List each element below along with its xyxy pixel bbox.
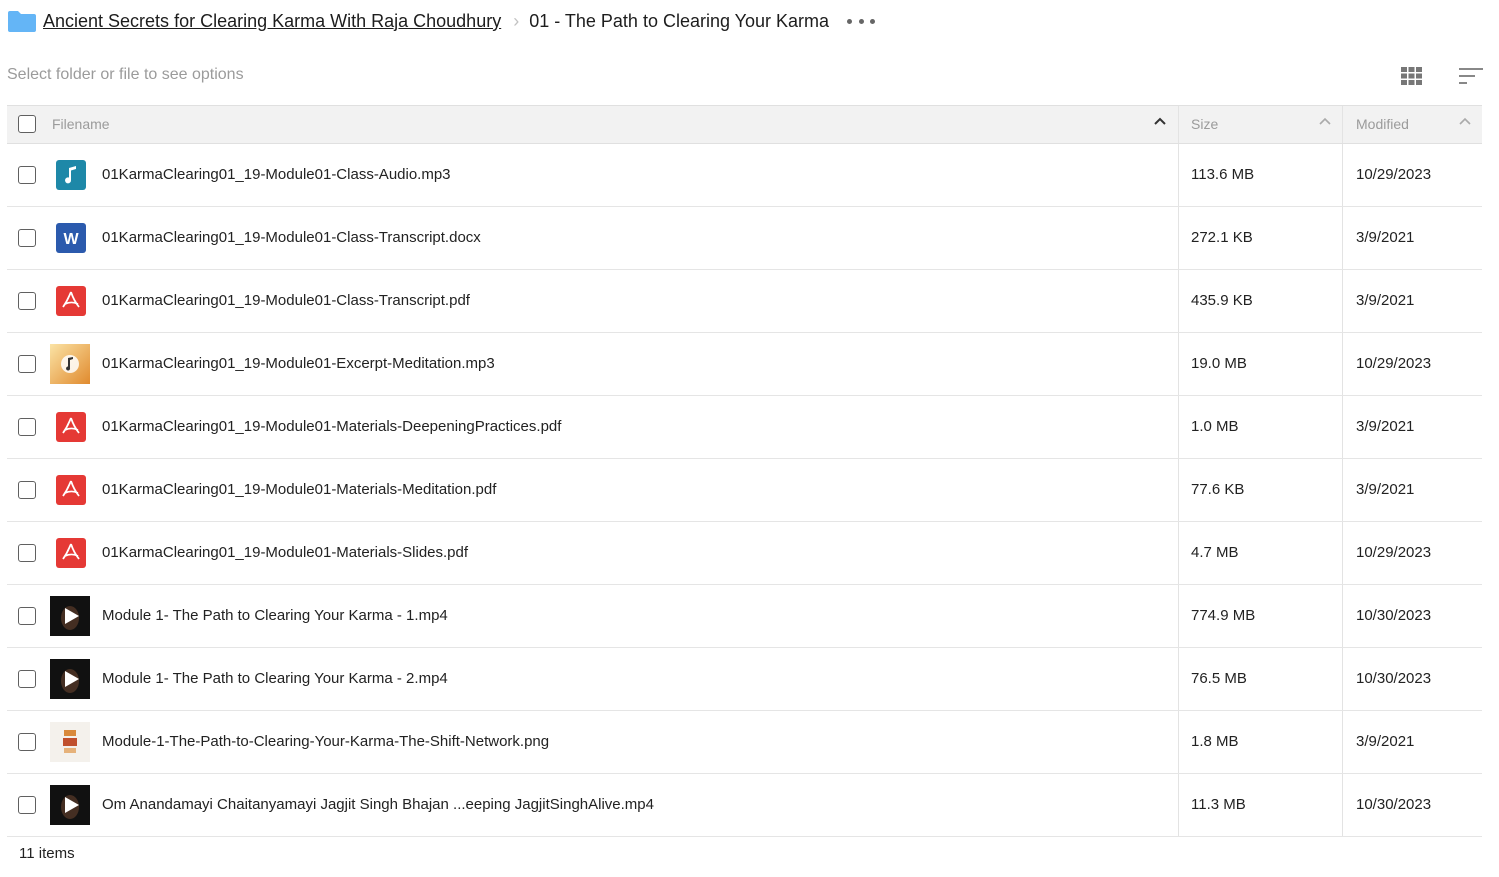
row-checkbox[interactable] <box>18 607 36 625</box>
filename-column-header[interactable]: Filename <box>52 116 110 132</box>
file-name[interactable]: 01KarmaClearing01_19-Module01-Materials-… <box>102 481 496 498</box>
file-size: 11.3 MB <box>1191 796 1246 813</box>
file-name[interactable]: Om Anandamayi Chaitanyamayi Jagjit Singh… <box>102 796 654 813</box>
file-name[interactable]: 01KarmaClearing01_19-Module01-Class-Audi… <box>102 166 451 183</box>
image-thumbnail-icon <box>50 722 90 762</box>
file-modified: 10/29/2023 <box>1356 544 1432 561</box>
file-size: 272.1 KB <box>1191 229 1253 246</box>
pdf-file-icon <box>56 538 86 568</box>
file-name[interactable]: Module 1- The Path to Clearing Your Karm… <box>102 670 448 687</box>
file-modified: 10/30/2023 <box>1356 607 1432 624</box>
word-file-icon: W <box>56 223 86 253</box>
modified-column-header[interactable]: Modified <box>1356 116 1409 132</box>
folder-icon <box>8 11 36 32</box>
file-name[interactable]: 01KarmaClearing01_19-Module01-Excerpt-Me… <box>102 355 495 372</box>
grid-view-icon[interactable] <box>1401 67 1422 85</box>
selection-hint: Select folder or file to see options <box>7 66 244 83</box>
table-row[interactable]: Om Anandamayi Chaitanyamayi Jagjit Singh… <box>7 774 1482 837</box>
file-size: 113.6 MB <box>1191 166 1255 183</box>
file-name[interactable]: 01KarmaClearing01_19-Module01-Class-Tran… <box>102 292 470 309</box>
pdf-file-icon <box>56 412 86 442</box>
row-checkbox[interactable] <box>18 733 36 751</box>
row-checkbox[interactable] <box>18 166 36 184</box>
audio-file-icon <box>56 160 86 190</box>
file-size: 4.7 MB <box>1191 544 1239 561</box>
file-modified: 10/29/2023 <box>1356 355 1432 372</box>
select-all-checkbox[interactable] <box>18 115 36 133</box>
table-row[interactable]: W 01KarmaClearing01_19-Module01-Class-Tra… <box>7 207 1482 270</box>
breadcrumb-current: 01 - The Path to Clearing Your Karma <box>529 10 830 31</box>
chevron-up-icon[interactable] <box>1458 115 1472 129</box>
file-size: 1.0 MB <box>1191 418 1239 435</box>
file-list: 01KarmaClearing01_19-Module01-Class-Audi… <box>7 144 1482 837</box>
item-count: 11 items <box>19 845 75 862</box>
table-row[interactable]: 01KarmaClearing01_19-Module01-Class-Tran… <box>7 270 1482 333</box>
file-name[interactable]: 01KarmaClearing01_19-Module01-Materials-… <box>102 544 468 561</box>
svg-text:W: W <box>63 231 79 248</box>
sort-icon[interactable] <box>1459 67 1483 85</box>
file-size: 77.6 KB <box>1191 481 1245 498</box>
file-size: 774.9 MB <box>1191 607 1256 624</box>
file-modified: 3/9/2021 <box>1356 229 1415 246</box>
table-row[interactable]: Module 1- The Path to Clearing Your Karm… <box>7 585 1482 648</box>
row-checkbox[interactable] <box>18 292 36 310</box>
file-table: Filename Size Modified 01KarmaClearing01… <box>7 105 1482 837</box>
row-checkbox[interactable] <box>18 670 36 688</box>
file-modified: 10/29/2023 <box>1356 166 1432 183</box>
row-checkbox[interactable] <box>18 229 36 247</box>
pdf-file-icon <box>56 286 86 316</box>
video-thumbnail-icon <box>50 785 90 825</box>
more-options-icon[interactable] <box>847 11 876 31</box>
table-header: Filename Size Modified <box>7 105 1482 144</box>
file-modified: 10/30/2023 <box>1356 796 1432 813</box>
table-row[interactable]: 01KarmaClearing01_19-Module01-Excerpt-Me… <box>7 333 1482 396</box>
chevron-right-icon: › <box>513 10 520 31</box>
row-checkbox[interactable] <box>18 355 36 373</box>
row-checkbox[interactable] <box>18 418 36 436</box>
row-checkbox[interactable] <box>18 544 36 562</box>
chevron-up-icon[interactable] <box>1153 115 1167 129</box>
file-size: 435.9 KB <box>1191 292 1253 309</box>
file-size: 1.8 MB <box>1191 733 1239 750</box>
table-row[interactable]: Module 1- The Path to Clearing Your Karm… <box>7 648 1482 711</box>
file-modified: 3/9/2021 <box>1356 481 1415 498</box>
file-name[interactable]: Module-1-The-Path-to-Clearing-Your-Karma… <box>102 733 549 750</box>
audio-thumbnail-icon <box>50 344 90 384</box>
table-row[interactable]: 01KarmaClearing01_19-Module01-Materials-… <box>7 522 1482 585</box>
file-name[interactable]: 01KarmaClearing01_19-Module01-Materials-… <box>102 418 561 435</box>
file-modified: 10/30/2023 <box>1356 670 1432 687</box>
file-size: 19.0 MB <box>1191 355 1247 372</box>
breadcrumb: Ancient Secrets for Clearing Karma With … <box>7 8 876 34</box>
row-checkbox[interactable] <box>18 796 36 814</box>
table-row[interactable]: 01KarmaClearing01_19-Module01-Materials-… <box>7 459 1482 522</box>
breadcrumb-parent-link[interactable]: Ancient Secrets for Clearing Karma With … <box>43 11 501 32</box>
file-modified: 3/9/2021 <box>1356 292 1415 309</box>
table-row[interactable]: Module-1-The-Path-to-Clearing-Your-Karma… <box>7 711 1482 774</box>
video-thumbnail-icon <box>50 659 90 699</box>
file-name[interactable]: Module 1- The Path to Clearing Your Karm… <box>102 607 448 624</box>
file-size: 76.5 MB <box>1191 670 1247 687</box>
table-row[interactable]: 01KarmaClearing01_19-Module01-Materials-… <box>7 396 1482 459</box>
chevron-up-icon[interactable] <box>1318 115 1332 129</box>
size-column-header[interactable]: Size <box>1191 116 1218 132</box>
file-modified: 3/9/2021 <box>1356 733 1415 750</box>
file-modified: 3/9/2021 <box>1356 418 1415 435</box>
row-checkbox[interactable] <box>18 481 36 499</box>
video-thumbnail-icon <box>50 596 90 636</box>
table-row[interactable]: 01KarmaClearing01_19-Module01-Class-Audi… <box>7 144 1482 207</box>
pdf-file-icon <box>56 475 86 505</box>
file-name[interactable]: 01KarmaClearing01_19-Module01-Class-Tran… <box>102 229 481 246</box>
